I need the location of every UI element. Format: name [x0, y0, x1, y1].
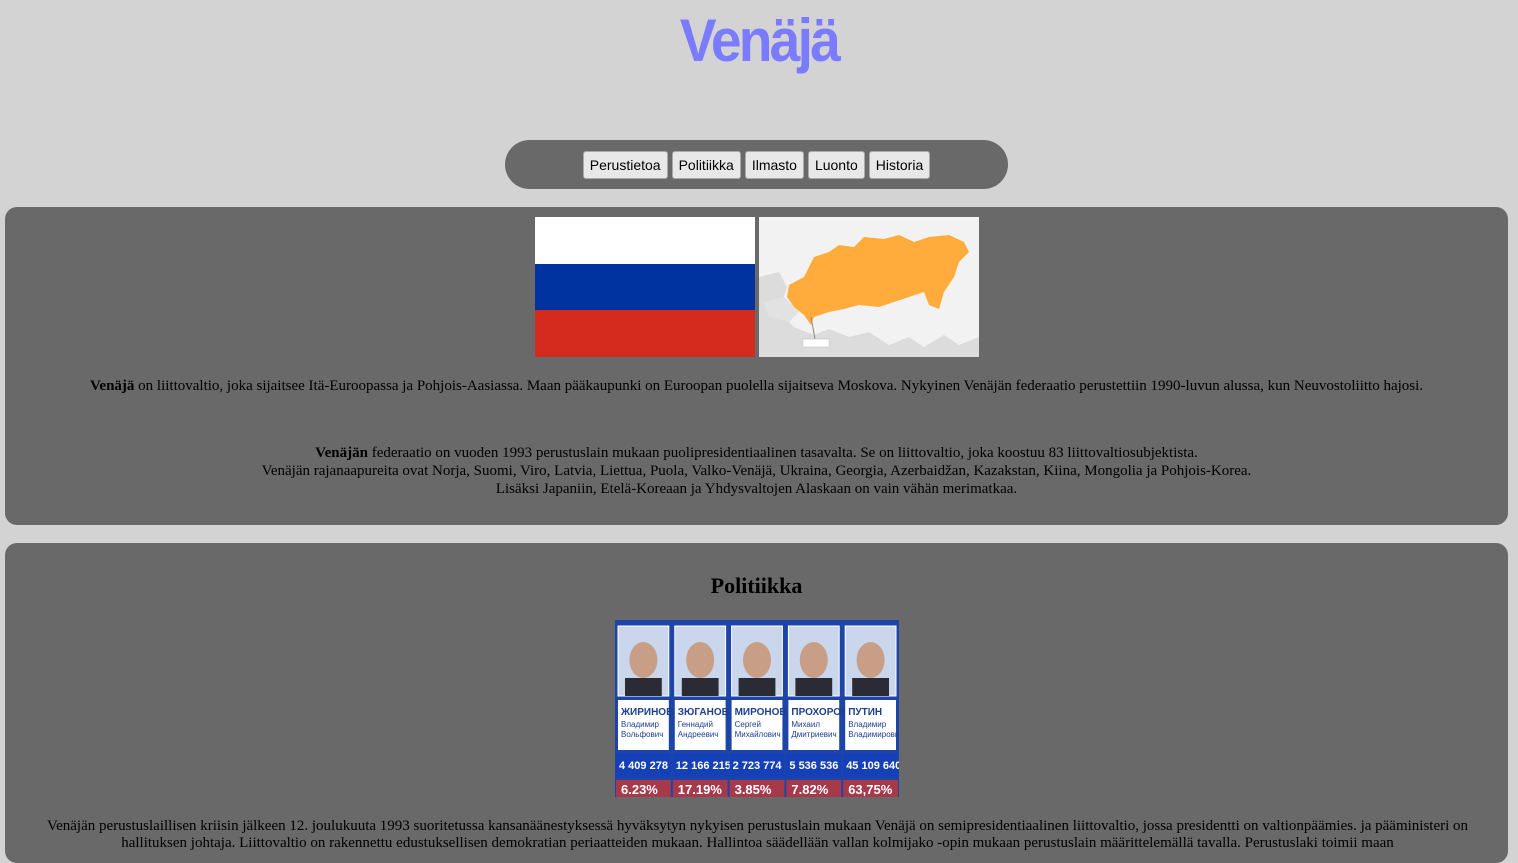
candidate-votes: 5 536 536 [789, 760, 838, 772]
basic-info-panel: Venäjä on liittovaltio, joka sijaitsee I… [5, 207, 1508, 525]
basic-politics-line1: federaatio on vuoden 1993 perustuslain m… [367, 445, 1198, 461]
candidate-suit [625, 678, 662, 696]
candidate-votes: 45 109 640 [846, 760, 899, 772]
candidate-patronymic: Владимирович [848, 730, 899, 739]
russia-map-image [759, 217, 979, 357]
flag-white-stripe [535, 217, 755, 264]
candidate-suit [681, 678, 719, 696]
candidate-percent: 17.19% [678, 782, 723, 797]
nav-button-luonto[interactable]: Luonto [807, 150, 865, 179]
candidate-patronymic: Дмитриевич [791, 730, 836, 739]
basic-politics-paragraph: Venäjän federaatio on vuoden 1993 perust… [5, 444, 1508, 498]
basic-politics-line3: Lisäksi Japaniin, Etelä-Koreaan ja Yhdys… [495, 481, 1018, 497]
politics-heading: Politiikka [710, 573, 803, 598]
intro-text: on liittovaltio, joka sijaitsee Itä-Euro… [134, 378, 1424, 394]
candidate-surname: ПРОХОРОВ [791, 707, 848, 718]
candidate-first-name: Геннадий [678, 720, 713, 729]
nav-button-politiikka[interactable]: Politiikka [671, 150, 741, 179]
candidate-suit [795, 678, 833, 696]
election-results-photo: ЖИРИНОВСКИЙ Владимир Вольфович 4 409 278 6.2… [615, 620, 899, 797]
nav-button-perustietoa[interactable]: Perustietoa [582, 150, 668, 179]
main-nav: Perustietoa Politiikka Ilmasto Luonto Hi… [505, 140, 1008, 189]
candidate-percent: 63,75% [848, 782, 893, 797]
candidate-first-name: Владимир [621, 720, 660, 729]
basic-politics-line2: Venäjän rajanaapureita ovat Norja, Suomi… [261, 463, 1252, 479]
candidate-patronymic: Вольфович [621, 730, 663, 739]
candidate-suit [738, 678, 776, 696]
candidate-votes: 4 409 278 [619, 760, 668, 772]
candidate-percent: 6.23% [621, 782, 658, 797]
flag-red-stripe [535, 310, 755, 358]
election-board-graphic: ЖИРИНОВСКИЙВладимирВольфович4 409 2786.2… [615, 620, 899, 797]
candidate-face [629, 642, 658, 678]
politics-panel: Politiikka ЖИРИНОВСКИЙ Владимир Вольфович 4… [5, 543, 1508, 863]
site-title: Venäjä [679, 7, 841, 74]
candidate-first-name: Сергей [735, 720, 761, 729]
candidate-surname: ПУТИН [848, 707, 882, 718]
nav-button-historia[interactable]: Historia [868, 150, 931, 179]
world-map-graphic [759, 235, 979, 357]
candidate-percent: 7.82% [791, 782, 828, 797]
candidate-face [856, 642, 885, 678]
candidate-votes: 12 166 215 [676, 760, 731, 772]
basic-politics-bold: Venäjän [315, 445, 368, 461]
candidate-face [743, 642, 771, 678]
candidate-suit [852, 678, 889, 696]
intro-bold: Venäjä [89, 378, 135, 394]
candidate-face [799, 642, 828, 678]
candidate-surname: МИРОНОВ [735, 707, 787, 718]
flag-blue-stripe [535, 263, 755, 311]
candidate-patronymic: Андреевич [678, 730, 719, 739]
candidate-first-name: Михаил [791, 720, 820, 729]
candidate-patronymic: Михайлович [735, 730, 781, 739]
candidate-surname: ЗЮГАНОВ [678, 707, 729, 718]
intro-paragraph: Venäjä on liittovaltio, joka sijaitsee I… [5, 377, 1508, 395]
russia-flag-image [535, 217, 755, 358]
basic-images [535, 217, 979, 358]
candidate-percent: 3.85% [735, 782, 772, 797]
candidate-first-name: Владимир [848, 720, 887, 729]
politics-body-text: Venäjän perustuslaillisen kriisin jälkee… [46, 818, 1469, 851]
nav-button-ilmasto[interactable]: Ilmasto [744, 150, 804, 179]
candidate-votes: 2 723 774 [733, 760, 783, 772]
candidate-face [686, 642, 715, 678]
